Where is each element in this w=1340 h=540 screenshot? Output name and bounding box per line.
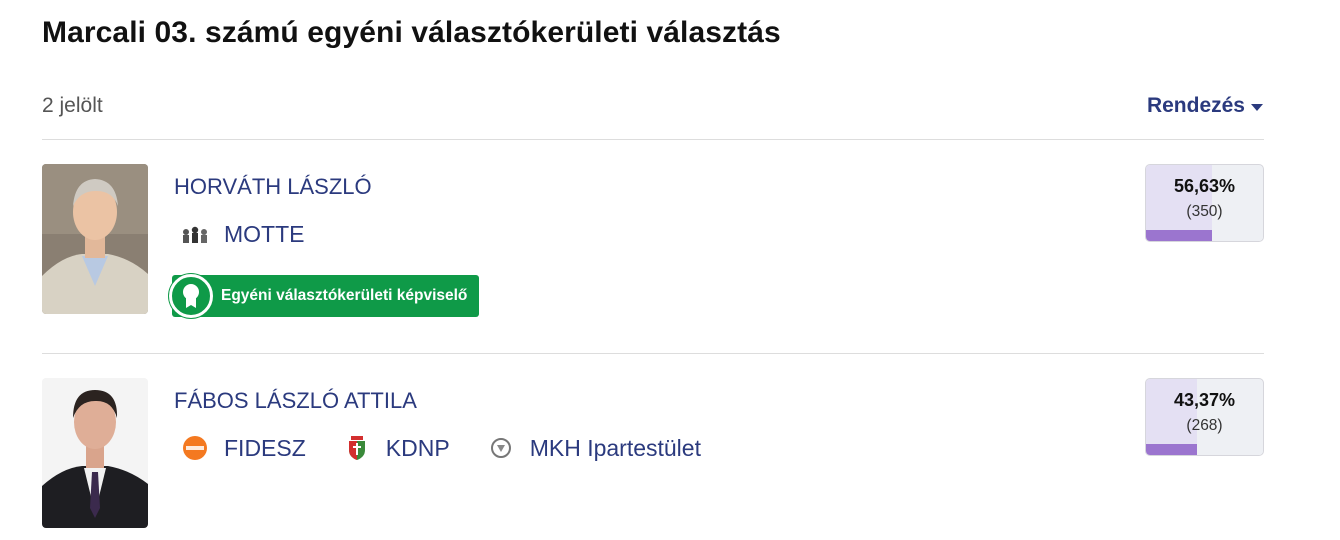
caret-down-icon [1251, 103, 1263, 111]
party-label: KDNP [385, 434, 450, 461]
result-votes: (268) [1186, 417, 1223, 434]
sort-label: Rendezés [1146, 94, 1245, 117]
result-votes: (350) [1186, 203, 1223, 220]
candidate-photo[interactable] [42, 164, 148, 314]
sort-dropdown[interactable]: Rendezés [1147, 94, 1263, 118]
party-label: FIDESZ [224, 434, 306, 461]
party-item[interactable]: FIDESZ [180, 433, 306, 463]
fidesz-logo-icon [180, 433, 210, 463]
candidate-count: 2 jelölt [42, 94, 103, 117]
ribbon-award-icon [169, 274, 213, 318]
result-percent: 43,37% [1173, 390, 1236, 410]
candidate-name[interactable]: FÁBOS LÁSZLÓ ATTILA [174, 388, 417, 414]
candidate-photo[interactable] [42, 378, 148, 528]
kdnp-logo-icon [342, 433, 372, 463]
party-list: MOTTE [180, 219, 305, 249]
result-bar [1146, 230, 1213, 241]
party-item[interactable]: MOTTE [180, 219, 305, 249]
result-box: 56,63% (350) [1145, 164, 1264, 242]
party-label: MOTTE [224, 220, 305, 247]
party-list: FIDESZ KDNP MKH Ipartestület [180, 433, 701, 463]
candidate-name[interactable]: HORVÁTH LÁSZLÓ [174, 174, 372, 200]
result-box: 43,37% (268) [1145, 378, 1264, 456]
page-title: Marcali 03. számú egyéni választókerület… [42, 16, 781, 49]
mkh-logo-icon [486, 433, 516, 463]
result-bar [1146, 444, 1197, 455]
motte-logo-icon [180, 219, 210, 249]
divider [42, 139, 1264, 140]
page: Marcali 03. számú egyéni választókerület… [0, 0, 1340, 540]
result-percent: 56,63% [1173, 176, 1236, 196]
elected-badge: Egyéni választókerületi képviselő [169, 274, 480, 318]
divider [42, 353, 1264, 354]
party-label: MKH Ipartestület [529, 434, 701, 461]
elected-badge-label: Egyéni választókerületi képviselő [221, 287, 468, 304]
party-item[interactable]: KDNP [342, 433, 450, 463]
party-item[interactable]: MKH Ipartestület [486, 433, 701, 463]
